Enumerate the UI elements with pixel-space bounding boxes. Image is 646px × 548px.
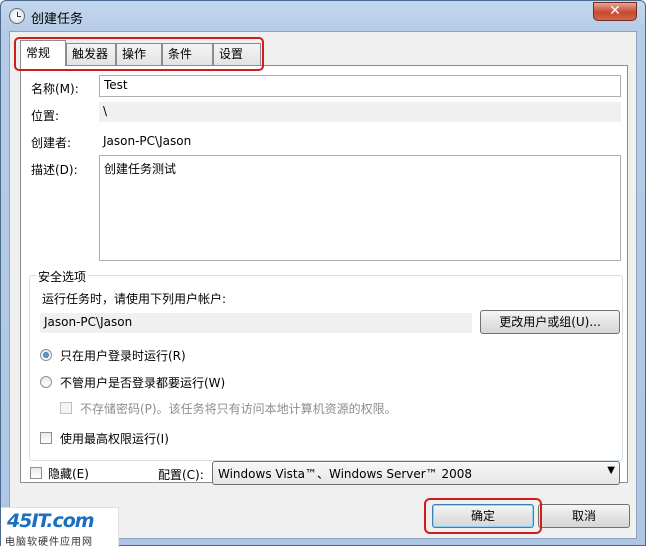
highest-privileges-checkbox[interactable]	[40, 432, 52, 444]
location-label: 位置:	[31, 109, 60, 123]
user-account-value: Jason-PC\Jason	[40, 313, 472, 333]
radio-logged-on[interactable]	[40, 349, 52, 361]
tab-general[interactable]: 常规	[20, 40, 66, 66]
cancel-button[interactable]: 取消	[538, 504, 630, 528]
tab-conditions[interactable]: 条件	[162, 43, 213, 65]
configure-label: 配置(C):	[158, 468, 204, 482]
configure-value: Windows Vista™、Windows Server™ 2008	[218, 467, 473, 481]
highest-privileges-label[interactable]: 使用最高权限运行(I)	[60, 430, 169, 447]
tab-actions[interactable]: 操作	[116, 43, 162, 65]
ok-button[interactable]: 确定	[432, 504, 534, 528]
tab-triggers[interactable]: 触发器	[66, 43, 116, 65]
hidden-label[interactable]: 隐藏(E)	[48, 465, 89, 482]
titlebar[interactable]: 创建任务 ✕	[1, 1, 645, 31]
radio-logged-on-label[interactable]: 只在用户登录时运行(R)	[60, 347, 186, 364]
radio-always[interactable]	[40, 376, 52, 388]
name-input[interactable]: Test	[99, 75, 621, 97]
no-store-password-checkbox[interactable]	[60, 402, 72, 414]
watermark: 45IT.com 电脑软硬件应用网	[1, 507, 119, 548]
general-panel: 名称(M): Test 位置: \ 创建者: Jason-PC\Jason 描述…	[20, 65, 628, 483]
configure-dropdown[interactable]: Windows Vista™、Windows Server™ 2008 ▼	[212, 461, 620, 485]
author-value: Jason-PC\Jason	[103, 134, 192, 148]
radio-always-label[interactable]: 不管用户是否登录都要运行(W)	[60, 374, 225, 391]
watermark-logo: 45IT.com	[7, 510, 95, 532]
run-as-label: 运行任务时，请使用下列用户帐户:	[42, 292, 227, 306]
no-store-password-label: 不存储密码(P)。该任务将只有访问本地计算机资源的权限。	[80, 402, 397, 416]
description-input[interactable]: 创建任务测试	[99, 155, 621, 261]
tab-settings[interactable]: 设置	[213, 43, 261, 65]
name-label: 名称(M):	[31, 82, 79, 96]
window-title: 创建任务	[31, 12, 84, 27]
description-label: 描述(D):	[31, 163, 78, 177]
clock-icon	[9, 8, 25, 24]
create-task-window: 创建任务 ✕ 常规 触发器 操作 条件 设置 名称(M): Test 位置: \…	[0, 0, 646, 548]
security-options-group: 安全选项 运行任务时，请使用下列用户帐户: Jason-PC\Jason 更改用…	[29, 268, 623, 461]
security-options-title: 安全选项	[36, 268, 89, 285]
location-value: \	[99, 102, 621, 122]
chevron-down-icon: ▼	[607, 465, 615, 476]
change-user-button[interactable]: 更改用户或组(U)...	[480, 310, 620, 334]
close-button[interactable]: ✕	[593, 2, 637, 21]
author-label: 创建者:	[31, 136, 72, 150]
hidden-checkbox[interactable]	[30, 467, 42, 479]
dialog-client: 常规 触发器 操作 条件 设置 名称(M): Test 位置: \ 创建者: J…	[9, 31, 637, 539]
